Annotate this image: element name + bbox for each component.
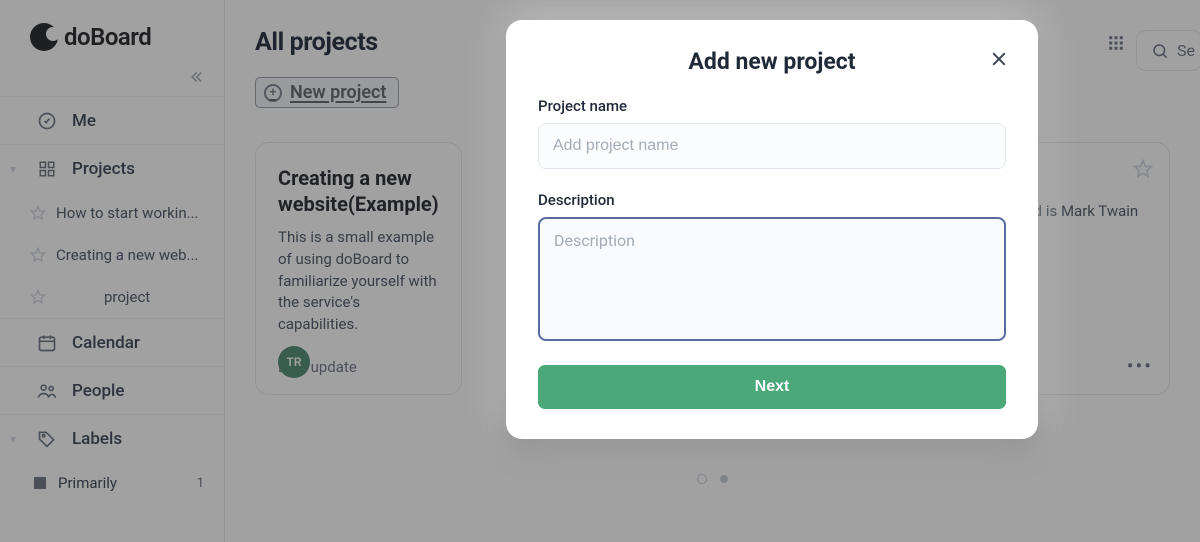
modal-title: Add new project <box>538 48 1006 75</box>
field-label-description: Description <box>538 191 1006 209</box>
project-description-input[interactable] <box>538 217 1006 341</box>
project-name-input[interactable] <box>538 123 1006 169</box>
add-project-modal: Add new project Project name Description… <box>506 20 1038 439</box>
next-button[interactable]: Next <box>538 365 1006 409</box>
close-icon[interactable] <box>986 46 1012 72</box>
field-label-project-name: Project name <box>538 97 1006 115</box>
app-root: doBoard Me ▾ Projects How to start <box>0 0 1200 542</box>
